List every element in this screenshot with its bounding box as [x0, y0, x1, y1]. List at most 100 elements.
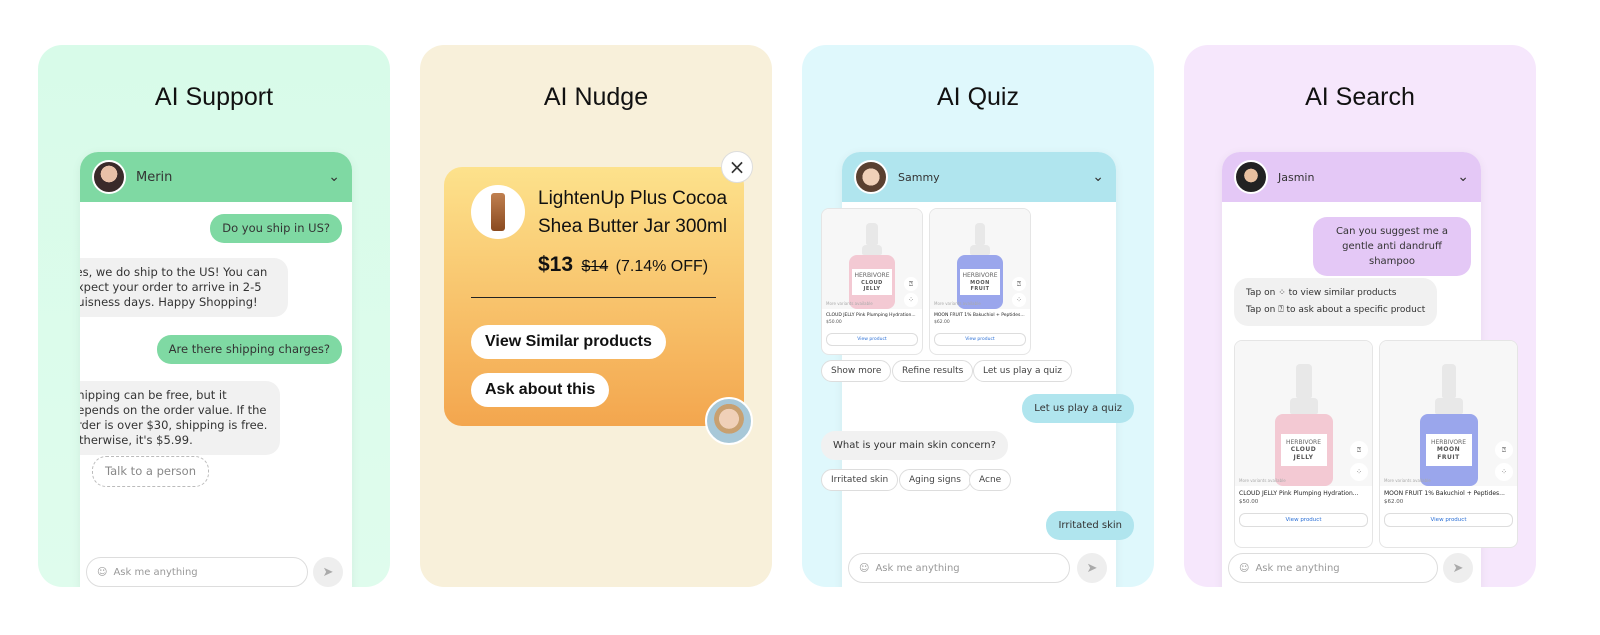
user-message: Do you ship in US? [210, 214, 342, 243]
product-brand: HERBIVORE [1285, 439, 1322, 447]
avatar [1234, 160, 1268, 194]
emoji-icon[interactable]: ☺ [97, 567, 107, 578]
agent-name: Merin [136, 169, 173, 185]
ai-nudge-card: AI Nudge LightenUp Plus Cocoa Shea Butte… [420, 45, 772, 587]
message-input[interactable]: ☺ Ask me anything [848, 553, 1070, 583]
product-name: CLOUD JELLY Pink Plumping Hydration... [1239, 490, 1359, 497]
talk-to-person-button[interactable]: Talk to a person [92, 456, 210, 487]
discount: (7.14% OFF) [615, 258, 709, 275]
similar-icon[interactable]: ⁘ [1012, 293, 1026, 307]
ask-icon: ⍰ [1278, 305, 1284, 315]
product-card[interactable]: HERBIVORE MOON FRUIT ⍰ ⁘ More variants av… [929, 208, 1031, 355]
bottle-label: HERBIVORE CLOUD JELLY [1280, 434, 1327, 466]
send-button[interactable]: ➤ [313, 557, 343, 587]
view-product-button[interactable]: View product [934, 333, 1026, 346]
card-title: AI Nudge [543, 83, 649, 111]
product-price: $50.00 [1239, 499, 1259, 505]
more-variants: More variants available [934, 301, 981, 306]
bottle-label: HERBIVORE CLOUD JELLY [852, 269, 892, 295]
similar-icon[interactable]: ⁘ [1350, 463, 1368, 481]
option-aging-signs[interactable]: Aging signs [899, 469, 971, 491]
product-title: LightenUp Plus Cocoa Shea Butter Jar 300… [538, 188, 728, 237]
ai-search-card: AI Search Jasmin ⌄ Can you suggest me a … [1184, 45, 1536, 587]
product-image: HERBIVORE MOON FRUIT ⍰ ⁘ More variants av… [930, 209, 1030, 309]
user-message: Irritated skin [1046, 511, 1134, 540]
old-price: $14 [581, 258, 609, 275]
option-irritated-skin[interactable]: Irritated skin [821, 469, 899, 491]
ask-icon[interactable]: ⍰ [904, 277, 918, 291]
chat-header[interactable]: Jasmin ⌄ [1222, 152, 1481, 202]
ask-icon[interactable]: ⍰ [1012, 277, 1026, 291]
assistant-avatar[interactable] [705, 397, 753, 445]
chat-widget: Merin ⌄ Do you ship in US? Yes, we do sh… [80, 152, 352, 587]
chat-header[interactable]: Sammy ⌄ [842, 152, 1116, 202]
chip-refine-results[interactable]: Refine results [892, 360, 974, 382]
agent-name: Jasmin [1278, 170, 1315, 184]
similar-icon[interactable]: ⁘ [1495, 463, 1513, 481]
bottle-label: HERBIVORE MOON FRUIT [1425, 434, 1472, 466]
product-price: $50.00 [826, 320, 842, 325]
product-image [471, 185, 525, 239]
nudge-popup: LightenUp Plus Cocoa Shea Butter Jar 300… [444, 167, 744, 426]
product-name: MOON FRUIT 1% Bakuchiol + Peptides... [1384, 490, 1505, 497]
bottle-label: HERBIVORE MOON FRUIT [960, 269, 1000, 295]
agent-name: Sammy [898, 170, 940, 184]
ask-about-button[interactable]: Ask about this [471, 373, 610, 407]
card-title: AI Support [154, 83, 274, 111]
product-card[interactable]: HERBIVORE CLOUD JELLY ⍰ ⁘ More variants a… [1234, 340, 1373, 548]
emoji-icon[interactable]: ☺ [859, 563, 869, 574]
divider [471, 297, 716, 298]
product-brand: HERBIVORE [1430, 439, 1467, 447]
message-input[interactable]: ☺ Ask me anything [1228, 553, 1438, 583]
bot-message: Yes, we do ship to the US! You can expec… [80, 258, 288, 317]
chevron-down-icon[interactable]: ⌄ [1457, 169, 1469, 185]
more-variants: More variants available [1239, 478, 1286, 483]
avatar [854, 160, 888, 194]
ai-support-card: AI Support Merin ⌄ Do you ship in US? Ye… [38, 45, 390, 587]
product-name: MOON FRUIT 1% Bakuchiol + Peptides... [934, 313, 1025, 318]
more-variants: More variants available [826, 301, 873, 306]
bot-tip: Tap on ⁘ to view similar products Tap on… [1234, 278, 1438, 326]
product-card[interactable]: HERBIVORE CLOUD JELLY ⍰ ⁘ More variants a… [821, 208, 923, 355]
message-input[interactable]: ☺ Ask me anything [86, 557, 308, 587]
chip-show-more[interactable]: Show more [821, 360, 892, 382]
close-button[interactable]: × [721, 151, 753, 183]
bot-question: What is your main skin concern? [821, 431, 1008, 460]
avatar [92, 160, 126, 194]
send-button[interactable]: ➤ [1443, 553, 1473, 583]
similar-icon: ⁘ [1278, 288, 1286, 298]
product-name: CLOUD JELLY Pink Plumping Hydration... [826, 313, 916, 318]
chevron-down-icon[interactable]: ⌄ [1092, 169, 1104, 185]
product-price: $62.00 [934, 320, 950, 325]
send-button[interactable]: ➤ [1077, 553, 1107, 583]
user-message: Are there shipping charges? [156, 335, 342, 364]
view-product-button[interactable]: View product [1384, 513, 1513, 527]
similar-icon[interactable]: ⁘ [904, 293, 918, 307]
emoji-icon[interactable]: ☺ [1239, 563, 1249, 574]
product-brand: HERBIVORE [962, 272, 998, 280]
chip-play-quiz[interactable]: Let us play a quiz [973, 360, 1072, 382]
view-product-button[interactable]: View product [1239, 513, 1368, 527]
view-similar-button[interactable]: View Similar products [471, 325, 666, 359]
option-acne[interactable]: Acne [969, 469, 1012, 491]
more-variants: More variants available [1384, 478, 1431, 483]
ask-icon[interactable]: ⍰ [1350, 441, 1368, 459]
product-card[interactable]: HERBIVORE MOON FRUIT ⍰ ⁘ More variants av… [1379, 340, 1518, 548]
ai-quiz-card: AI Quiz Sammy ⌄ HERBIVORE CLOUD JELLY ⍰ ⁘… [802, 45, 1154, 587]
product-image: HERBIVORE CLOUD JELLY ⍰ ⁘ More variants a… [822, 209, 922, 309]
product-image: HERBIVORE MOON FRUIT ⍰ ⁘ More variants av… [1380, 341, 1517, 486]
chat-header[interactable]: Merin ⌄ [80, 152, 352, 202]
view-product-button[interactable]: View product [826, 333, 918, 346]
price-row: $13 $14 (7.14% OFF) [538, 253, 708, 277]
bot-message: Shipping can be free, but it depends on … [80, 381, 280, 455]
product-image: HERBIVORE CLOUD JELLY ⍰ ⁘ More variants a… [1235, 341, 1372, 486]
price: $13 [538, 253, 574, 276]
card-title: AI Search [1305, 83, 1415, 111]
chevron-down-icon[interactable]: ⌄ [328, 169, 340, 185]
product-price: $62.00 [1384, 499, 1404, 505]
user-message: Let us play a quiz [1022, 394, 1134, 423]
ask-icon[interactable]: ⍰ [1495, 441, 1513, 459]
user-message: Can you suggest me a gentle anti dandruf… [1313, 217, 1471, 276]
product-brand: HERBIVORE [854, 272, 890, 280]
card-title: AI Quiz [937, 83, 1019, 111]
